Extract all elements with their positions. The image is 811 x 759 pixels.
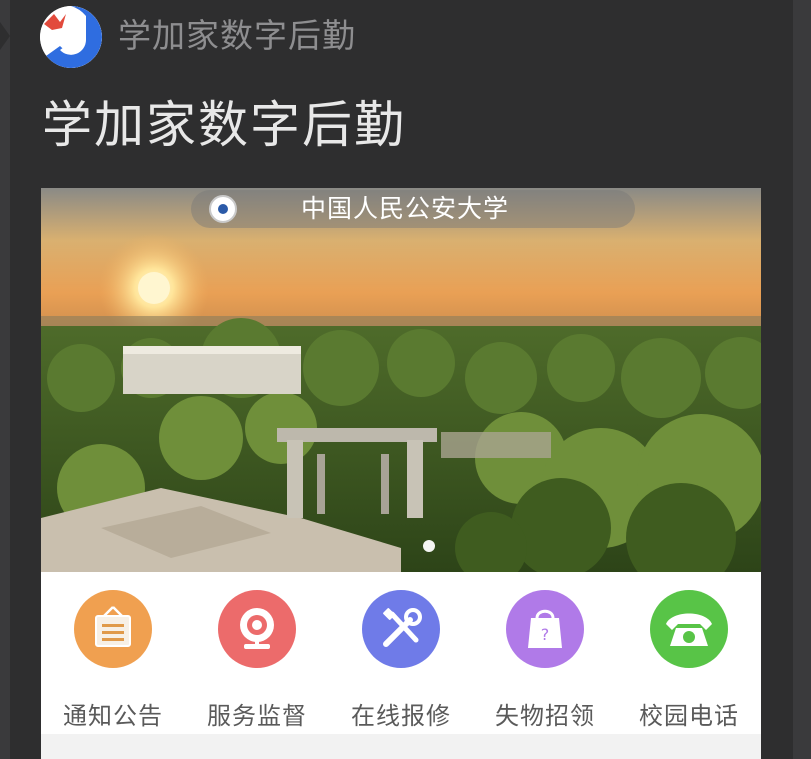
telephone-icon xyxy=(650,590,728,668)
police-emblem-icon xyxy=(209,195,237,223)
app-name: 学加家数字后勤 xyxy=(118,16,356,55)
campus-photo xyxy=(41,188,761,572)
camera-icon xyxy=(218,590,296,668)
menu-item-lost-found[interactable]: ? 失物招领 xyxy=(473,590,617,730)
notice-board-icon xyxy=(74,590,152,668)
window-edge-right xyxy=(793,0,811,759)
content-card: 中国人民公安大学 通知公告 服务监督 在线报修 ? 失物招领 校园电话 xyxy=(41,188,761,759)
svg-text:?: ? xyxy=(541,625,550,644)
menu-label: 校园电话 xyxy=(639,702,739,730)
menu-item-notice[interactable]: 通知公告 xyxy=(41,590,185,730)
back-notch xyxy=(0,22,10,50)
menu-label: 在线报修 xyxy=(351,702,451,730)
section-divider xyxy=(41,734,761,759)
app-logo xyxy=(40,6,102,68)
menu-item-supervision[interactable]: 服务监督 xyxy=(185,590,329,730)
shopping-bag-icon: ? xyxy=(506,590,584,668)
tools-icon xyxy=(362,590,440,668)
carousel-dot[interactable] xyxy=(423,540,435,552)
school-name: 中国人民公安大学 xyxy=(301,194,510,223)
menu-label: 通知公告 xyxy=(63,702,163,730)
menu-item-phone[interactable]: 校园电话 xyxy=(617,590,761,730)
window-edge-left xyxy=(0,0,10,759)
school-selector[interactable]: 中国人民公安大学 xyxy=(191,190,635,228)
menu-label: 失物招领 xyxy=(495,702,595,730)
service-menu: 通知公告 服务监督 在线报修 ? 失物招领 校园电话 xyxy=(41,572,761,730)
carousel-indicator xyxy=(423,540,435,552)
menu-item-repair[interactable]: 在线报修 xyxy=(329,590,473,730)
page-title: 学加家数字后勤 xyxy=(42,96,406,154)
menu-label: 服务监督 xyxy=(207,702,307,730)
campus-banner[interactable]: 中国人民公安大学 xyxy=(41,188,761,572)
